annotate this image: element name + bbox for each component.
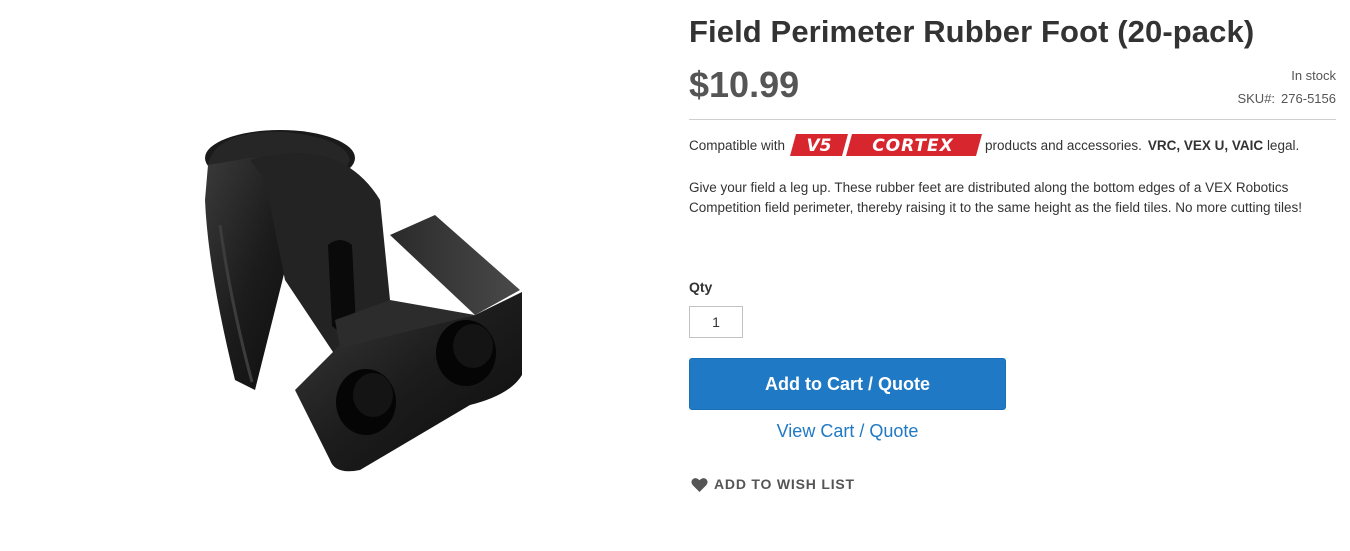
sku: SKU#: 276-5156 — [1237, 91, 1336, 106]
product-title: Field Perimeter Rubber Foot (20-pack) — [689, 14, 1255, 49]
product-price: $10.99 — [689, 64, 800, 105]
v5-cortex-logo: V5 CORTEX — [790, 134, 983, 156]
qty-label: Qty — [689, 279, 713, 295]
compat-prefix: Compatible with — [689, 137, 786, 153]
sku-value: 276-5156 — [1281, 91, 1336, 106]
qty-input[interactable] — [689, 306, 743, 338]
add-to-cart-button[interactable]: Add to Cart / Quote — [689, 358, 1006, 410]
compat-suffix: products and accessories. — [985, 137, 1142, 153]
add-to-wishlist-link[interactable]: ADD TO WISH LIST — [691, 476, 855, 492]
product-image[interactable] — [190, 120, 535, 480]
wishlist-label: ADD TO WISH LIST — [714, 476, 855, 492]
stock-status: In stock — [1291, 68, 1336, 83]
divider — [689, 119, 1336, 120]
logo-text-cortex: CORTEX — [872, 136, 954, 156]
compat-legal-bold: VRC, VEX U, VAIC — [1147, 137, 1264, 153]
product-description: Give your field a leg up. These rubber f… — [689, 180, 1303, 215]
logo-text-v5: V5 — [807, 136, 832, 156]
heart-icon — [691, 477, 708, 492]
compat-legal-suffix: legal. — [1266, 137, 1300, 153]
view-cart-link[interactable]: View Cart / Quote — [689, 421, 1006, 442]
product-gallery — [0, 0, 640, 551]
sku-label: SKU#: — [1237, 91, 1276, 106]
compatibility-line: Compatible with V5 CORTEX products and a… — [689, 134, 1336, 156]
